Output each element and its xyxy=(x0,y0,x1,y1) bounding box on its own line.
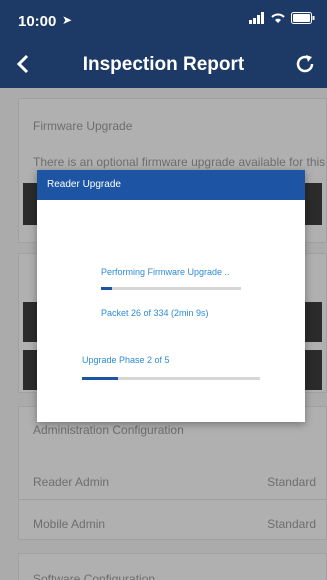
status-icons xyxy=(249,12,315,24)
battery-icon xyxy=(291,12,315,24)
refresh-icon[interactable] xyxy=(293,52,317,76)
dialog-title: Reader Upgrade xyxy=(37,170,305,200)
packet-status-text: Packet 26 of 334 (2min 9s) xyxy=(101,308,209,318)
status-time: 10:00 xyxy=(18,13,57,30)
status-bar: 10:00 ➤ xyxy=(0,0,327,40)
phase-progress-label: Upgrade Phase 2 of 5 xyxy=(82,355,170,365)
reader-upgrade-dialog: Reader Upgrade Performing Firmware Upgra… xyxy=(37,170,305,422)
phase-progress-bar xyxy=(82,377,260,380)
location-arrow-icon: ➤ xyxy=(62,13,73,27)
firmware-progress-bar xyxy=(101,287,241,290)
cellular-signal-icon xyxy=(249,12,264,24)
nav-bar: Inspection Report xyxy=(0,40,327,88)
wifi-icon xyxy=(271,13,285,23)
page-title: Inspection Report xyxy=(82,54,245,75)
firmware-progress-label: Performing Firmware Upgrade .. xyxy=(101,267,230,277)
phase-progress-fill xyxy=(82,377,118,380)
firmware-progress-fill xyxy=(101,287,112,290)
